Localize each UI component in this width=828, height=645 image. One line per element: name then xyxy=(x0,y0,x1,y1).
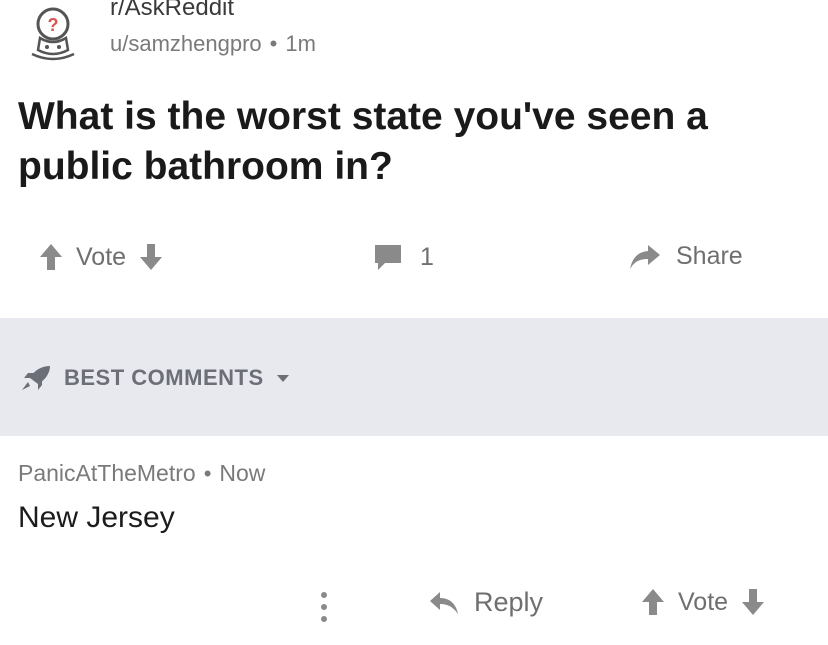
comment-icon xyxy=(372,242,404,272)
post-header: ? r/AskReddit u/samzhengpro • 1m xyxy=(0,0,828,80)
share-button[interactable]: Share xyxy=(628,242,743,271)
comment-vote-group: Vote xyxy=(640,587,766,617)
sort-dropdown[interactable]: BEST COMMENTS xyxy=(20,364,290,392)
reply-button[interactable]: Reply xyxy=(428,587,543,618)
comment-vote-label: Vote xyxy=(678,587,729,616)
more-options-icon[interactable] xyxy=(314,589,334,625)
separator-dot: • xyxy=(269,31,278,56)
chevron-down-icon xyxy=(276,373,290,383)
comment-count-value: 1 xyxy=(420,242,434,271)
post-author[interactable]: u/samzhengpro xyxy=(110,31,262,57)
sort-label: BEST COMMENTS xyxy=(64,365,264,390)
comment-age: Now xyxy=(219,460,266,486)
subreddit-name[interactable]: r/AskReddit xyxy=(110,0,234,22)
comment-author[interactable]: PanicAtTheMetro xyxy=(18,460,196,487)
comment-meta: PanicAtTheMetro • Now xyxy=(18,460,265,487)
post-meta: u/samzhengpro • 1m xyxy=(110,31,316,57)
share-icon xyxy=(628,243,662,271)
downvote-icon[interactable] xyxy=(740,587,766,617)
reply-label: Reply xyxy=(474,587,544,617)
subreddit-avatar[interactable]: ? xyxy=(20,2,86,66)
rocket-icon xyxy=(20,364,52,392)
comment-sort-bar: BEST COMMENTS xyxy=(0,318,828,436)
comments-button[interactable]: 1 xyxy=(372,242,434,272)
reply-icon xyxy=(428,590,460,616)
separator-dot: • xyxy=(203,460,212,486)
upvote-icon[interactable] xyxy=(640,587,666,617)
post-vote-label: Vote xyxy=(76,242,127,271)
downvote-icon[interactable] xyxy=(138,242,164,272)
post-title[interactable]: What is the worst state you've seen a pu… xyxy=(18,92,818,192)
upvote-icon[interactable] xyxy=(38,242,64,272)
comment-body: New Jersey xyxy=(18,501,175,534)
svg-text:?: ? xyxy=(48,15,59,35)
share-label: Share xyxy=(676,242,743,270)
post-vote-group: Vote xyxy=(38,242,164,272)
post-age: 1m xyxy=(285,31,316,56)
comment-action-bar: Reply Vote xyxy=(0,581,828,631)
comment-item: PanicAtTheMetro • Now New Jersey Reply V… xyxy=(0,436,828,645)
post-action-bar: Vote 1 Share xyxy=(0,232,828,288)
